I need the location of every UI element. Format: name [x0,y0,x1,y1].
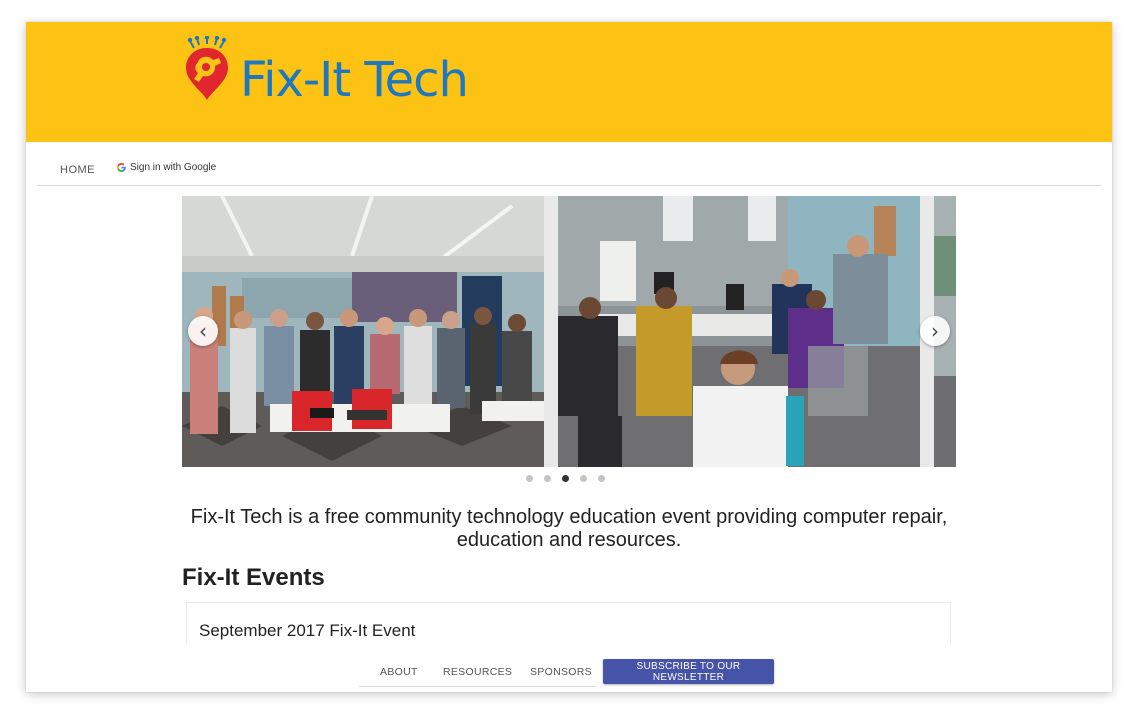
carousel-dot[interactable] [526,475,533,482]
events-heading: Fix-It Events [182,564,325,591]
top-navigation: HOME Sign in with Google [37,142,1101,186]
intro-text: Fix-It Tech is a free community technolo… [190,506,948,551]
google-icon [117,163,126,172]
chevron-left-icon: ‹ [199,319,207,343]
footer-link-sponsors[interactable]: SPONSORS [530,666,592,678]
carousel-dots [526,475,605,482]
subscribe-newsletter-button[interactable]: SUBSCRIBE TO OUR NEWSLETTER [603,659,774,684]
footer-link-resources[interactable]: RESOURCES [443,666,512,678]
carousel-dot[interactable] [544,475,551,482]
carousel-slide-classroom-photo [558,196,920,467]
browser-page: Fix-It Tech HOME Sign in with Google ‹ ›… [26,22,1112,692]
nav-home-link[interactable]: HOME [60,164,95,176]
site-logo[interactable]: Fix-It Tech [182,36,492,116]
carousel-dot[interactable] [598,475,605,482]
carousel-next-button[interactable]: › [920,316,950,346]
google-signin-label: Sign in with Google [130,162,217,173]
carousel-slide-group-photo [182,196,544,467]
footer-links: ABOUT RESOURCES SPONSORS [359,644,596,687]
site-header: Fix-It Tech [26,22,1112,142]
photo-carousel[interactable]: ‹ › [182,196,956,467]
footer-link-about[interactable]: ABOUT [380,666,418,678]
carousel-dot[interactable] [580,475,587,482]
carousel-dot-active[interactable] [562,475,569,482]
event-title: September 2017 Fix-It Event [199,621,416,640]
google-signin-button[interactable]: Sign in with Google [117,162,216,173]
bottom-navigation: ABOUT RESOURCES SPONSORS SUBSCRIBE TO OU… [26,644,1112,692]
chevron-right-icon: › [931,319,939,343]
logo-text: Fix-It Tech [240,52,469,108]
carousel-prev-button[interactable]: ‹ [188,316,218,346]
logo-mark-icon [186,36,228,100]
